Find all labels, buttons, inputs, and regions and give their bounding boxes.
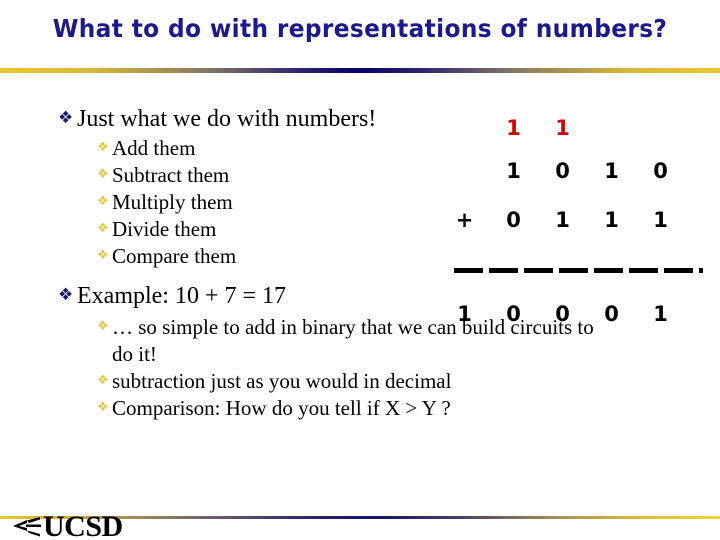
ucsd-logo: UCSD: [12, 514, 123, 540]
list-item-label: subtraction just as you would in decimal: [112, 369, 452, 393]
list-item: ❖ subtraction just as you would in decim…: [97, 368, 618, 395]
header-divider: [0, 68, 720, 73]
list-item: ❖ Add them: [97, 135, 618, 162]
list-item: ❖ Comparison: How do you tell if X > Y ?: [97, 395, 618, 422]
list-item-label: Comparison: How do you tell if X > Y ?: [112, 396, 451, 420]
diamond-bullet-icon: ❖: [58, 285, 74, 305]
bullet-list: ❖ Just what we do with numbers! ❖ Add th…: [58, 104, 618, 422]
list-item-label: Just what we do with numbers!: [77, 106, 377, 132]
list-item: ❖ Compare them: [97, 243, 618, 270]
list-item: ❖ … so simple to add in binary that we c…: [97, 314, 618, 368]
diamond-bullet-icon: ❖: [97, 248, 109, 263]
list-item: ❖ Multiply them: [97, 189, 618, 216]
list-item-label: Multiply them: [112, 190, 233, 214]
list-item-label: Divide them: [112, 217, 217, 241]
list-item-label: Compare them: [112, 244, 237, 268]
list-item-label: … so simple to add in binary that we can…: [112, 315, 594, 366]
list-item: ❖ Just what we do with numbers!: [58, 104, 618, 134]
diamond-bullet-icon: ❖: [97, 194, 109, 209]
logo-text: UCSD: [43, 514, 123, 540]
diamond-bullet-icon: ❖: [97, 221, 109, 236]
diamond-bullet-icon: ❖: [58, 108, 74, 128]
page-title: What to do with representations of numbe…: [52, 14, 668, 43]
list-item-label: Example: 10 + 7 = 17: [77, 283, 287, 309]
diamond-bullet-icon: ❖: [97, 400, 109, 415]
diamond-bullet-icon: ❖: [97, 373, 109, 388]
list-item: ❖ Example: 10 + 7 = 17: [58, 281, 618, 311]
diamond-bullet-icon: ❖: [97, 167, 109, 182]
trident-icon: [13, 517, 41, 537]
list-item: ❖ Subtract them: [97, 162, 618, 189]
diamond-bullet-icon: ❖: [97, 319, 109, 334]
diamond-bullet-icon: ❖: [97, 140, 109, 155]
list-item: ❖ Divide them: [97, 216, 618, 243]
slide: What to do with representations of numbe…: [0, 0, 720, 540]
sum-rule: [454, 268, 703, 273]
list-item-label: Subtract them: [112, 163, 230, 187]
list-item-label: Add them: [112, 136, 196, 160]
